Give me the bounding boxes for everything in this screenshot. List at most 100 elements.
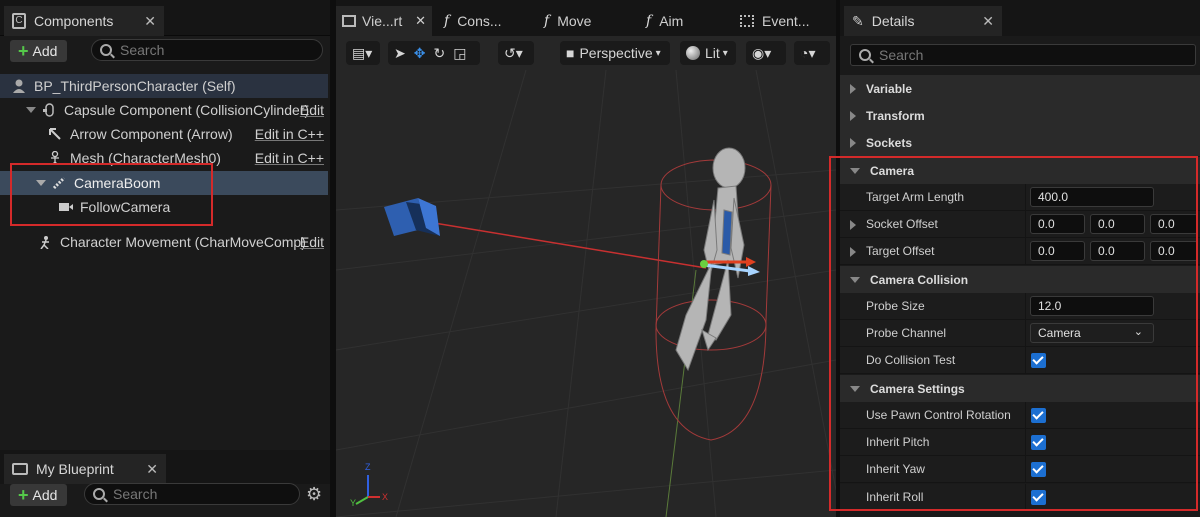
tab-my-blueprint[interactable]: My Blueprint ✕ [4,454,166,484]
chevron-down-icon: ▾ [722,47,728,59]
add-label: Add [32,487,58,503]
axis-y-label: Y [350,498,356,508]
performance-button[interactable]: ◔▾ [794,41,830,65]
viewport-panel: Vie...rt ✕ f Cons... f Move f Aim Event.… [336,0,836,517]
view-options-button[interactable]: ▤▾ [346,41,380,65]
tab-my-blueprint-label: My Blueprint [36,461,114,477]
chevron-right-icon [850,110,856,121]
section-variable[interactable]: Variable [840,75,1200,102]
section-sockets[interactable]: Sockets [840,129,1200,156]
plus-icon: + [18,485,29,505]
viewport-icon [342,15,356,27]
event-graph-icon [740,15,754,27]
snap-icon: ↺▾ [504,44,523,61]
chevron-right-icon [850,83,856,94]
edit-link[interactable]: Edit [300,234,324,250]
tab-construction-script[interactable]: f Cons... [444,6,502,36]
search-icon [100,44,112,56]
rotate-icon[interactable]: ↻ [433,45,445,62]
search-placeholder: Search [120,42,165,58]
tab-details-label: Details [871,13,915,29]
edit-in-cpp-link[interactable]: Edit in C++ [255,126,324,142]
chevron-down-icon: ▾ [655,47,661,59]
snap-button[interactable]: ↺▾ [498,41,534,65]
tab-label: Cons... [457,13,502,29]
add-component-button[interactable]: + Add [10,40,68,62]
section-label: Transform [866,108,925,123]
components-search-input[interactable]: Search [91,39,323,61]
pencil-icon: ✎ [852,12,864,29]
perspective-dropdown[interactable]: ■ Perspective ▾ [560,41,670,65]
tab-label: Vie...rt [362,13,403,29]
search-placeholder: Search [879,47,924,63]
show-button[interactable]: ◉▾ [746,41,786,65]
tree-item-label: Arrow Component (Arrow) [70,126,233,142]
highlight-box [10,163,213,226]
plus-icon: + [18,41,29,61]
section-transform[interactable]: Transform [840,102,1200,129]
search-icon [859,49,871,61]
arrow-component-icon [48,127,64,141]
edit-link[interactable]: Edit [300,102,324,118]
grid [336,70,836,517]
search-placeholder: Search [113,486,158,502]
components-tabbar: C Components ✕ [0,0,330,36]
close-icon[interactable]: ✕ [146,461,158,478]
add-variable-button[interactable]: + Add [10,484,68,506]
tree-item-label: BP_ThirdPersonCharacter (Self) [34,78,236,94]
details-panel: ✎ Details ✕ Search Variable Transform So… [829,0,1200,517]
function-icon: f [444,13,450,29]
tab-details[interactable]: ✎ Details ✕ [844,6,1002,36]
details-search-input[interactable]: Search [850,44,1196,66]
edit-in-cpp-link[interactable]: Edit in C++ [255,150,324,166]
tab-event-graph[interactable]: Event... [740,6,809,36]
highlight-box [829,156,1198,511]
speed-icon: ◔▾ [800,44,816,61]
tree-item-charmove[interactable]: Character Movement (CharMoveComp) Edit [0,230,328,254]
tree-item-label: Character Movement (CharMoveComp) [60,234,306,250]
red-axis-line [415,219,707,269]
select-icon[interactable]: ➤ [394,45,406,62]
perspective-label: Perspective [579,45,653,61]
tab-label: Move [557,13,592,29]
section-label: Sockets [866,135,913,150]
tree-item-capsule[interactable]: Capsule Component (CollisionCylinder) Ed… [0,98,328,122]
my-blueprint-panel: My Blueprint ✕ + Add Search ⚙ [0,450,330,517]
add-label: Add [32,43,58,59]
person-icon [12,79,28,93]
tab-viewport[interactable]: Vie...rt ✕ [336,6,432,36]
function-icon: f [646,13,652,29]
eye-icon: ◉▾ [752,44,772,61]
tree-item-arrow[interactable]: Arrow Component (Arrow) Edit in C++ [0,122,328,146]
lit-dropdown[interactable]: Lit ▾ [680,41,736,65]
tab-label: Event... [762,13,810,29]
tab-components[interactable]: C Components ✕ [4,6,164,36]
close-icon[interactable]: ✕ [415,13,426,29]
chevron-down-icon[interactable] [26,107,36,113]
tab-move[interactable]: f Move [544,6,591,36]
function-icon: f [544,13,550,29]
close-icon[interactable]: ✕ [144,13,156,30]
axis-x-label: X [382,492,388,502]
follow-camera-mesh[interactable] [384,198,440,236]
tree-item-self[interactable]: BP_ThirdPersonCharacter (Self) [0,74,328,98]
axis-z-label: Z [365,462,371,472]
scale-icon[interactable]: ◲ [453,45,466,62]
blueprint-icon [12,463,28,475]
capsule-icon [42,103,58,117]
search-icon [93,488,105,500]
axis-indicator: Z Y X [350,462,388,508]
camera-icon: ■ [566,45,575,61]
viewport-scene[interactable]: Z Y X [336,70,836,517]
move-icon[interactable]: ✥ [414,45,426,62]
close-icon[interactable]: ✕ [982,13,994,30]
tab-aim[interactable]: f Aim [646,6,683,36]
components-icon: C [12,13,26,29]
tab-label: Aim [659,13,684,29]
components-panel: C Components ✕ + Add Search BP_ThirdPers… [0,0,330,517]
my-blueprint-search-input[interactable]: Search [84,483,300,505]
lit-label: Lit [705,45,720,61]
section-label: Variable [866,81,913,96]
gear-icon[interactable]: ⚙ [306,484,322,505]
menu-icon: ▤▾ [352,44,373,61]
